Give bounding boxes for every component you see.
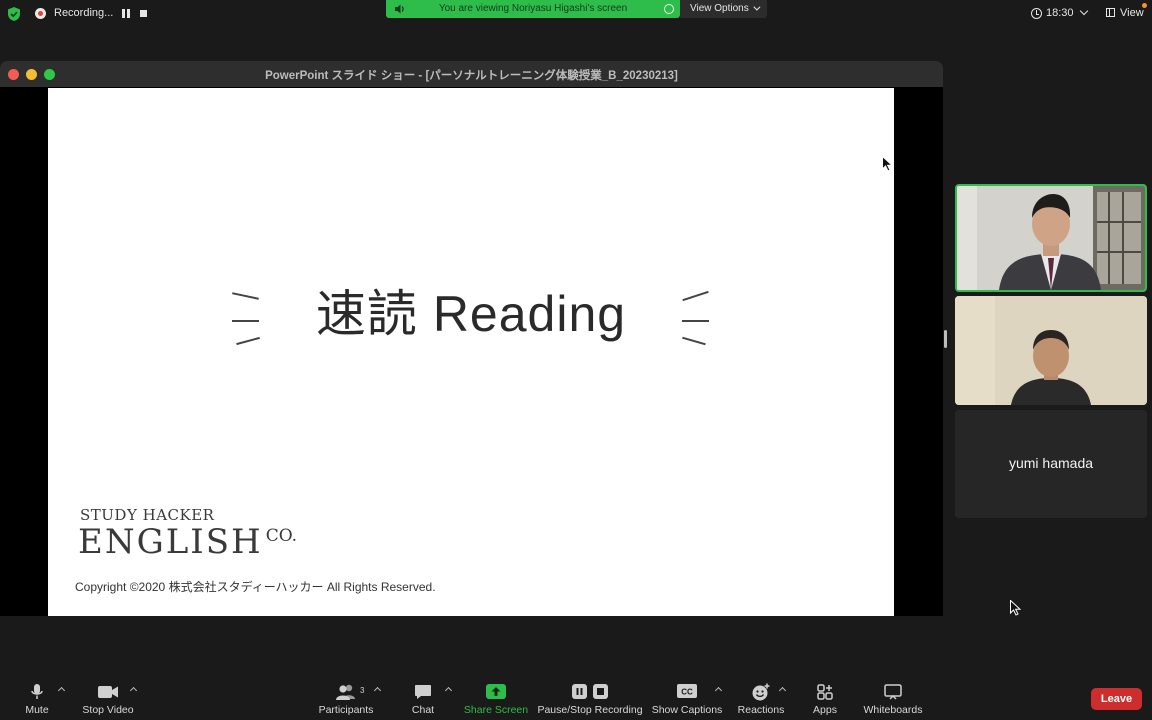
chat-bubble-icon: [415, 685, 431, 699]
audio-options-caret-icon[interactable]: [57, 686, 66, 695]
pause-stop-recording-icon: [572, 684, 608, 699]
apps-icon: [817, 684, 833, 700]
video-camera-icon: [98, 686, 118, 698]
sharing-status-ring-icon: [664, 4, 674, 14]
viewing-screen-banner: You are viewing Noriyasu Higashi's scree…: [386, 0, 680, 18]
participant-video-feed: [955, 296, 1147, 405]
reactions-smiley-icon: [752, 683, 770, 701]
captions-icon-text: CC: [681, 688, 693, 697]
meeting-time-text: 18:30: [1046, 7, 1074, 19]
share-screen-button[interactable]: Share Screen: [463, 676, 529, 720]
participant-name: yumi hamada: [1008, 455, 1094, 471]
share-screen-icon: [486, 684, 506, 699]
chevron-down-icon: [753, 3, 761, 11]
recording-indicator-icon: [35, 8, 46, 19]
view-options-button[interactable]: View Options: [680, 0, 767, 18]
pause-stop-recording-label: Pause/Stop Recording: [537, 704, 643, 716]
pause-stop-recording-button[interactable]: Pause/Stop Recording: [537, 676, 643, 720]
view-layout-button[interactable]: View: [1106, 7, 1144, 19]
microphone-icon: [31, 684, 43, 699]
brand-logo-suffix: CO.: [265, 526, 298, 546]
clock-icon: [1031, 8, 1042, 19]
participants-label: Participants: [318, 704, 374, 716]
participants-icon: [336, 684, 355, 700]
participant-video-tile[interactable]: [955, 296, 1147, 405]
presentation-slide: 速読 Reading STUDY HACKER ENGLISH CO. Copyr…: [48, 88, 894, 616]
leave-meeting-button[interactable]: Leave: [1091, 688, 1142, 710]
show-captions-label: Show Captions: [651, 704, 723, 716]
view-options-label: View Options: [690, 3, 749, 14]
shared-screen-window: PowerPoint スライド ショー - [パーソナルトレーニング体験授業_B…: [0, 61, 943, 616]
viewing-screen-text: You are viewing Noriyasu Higashi's scree…: [438, 3, 628, 14]
stop-recording-icon[interactable]: [140, 10, 147, 17]
whiteboards-button[interactable]: Whiteboards: [862, 676, 924, 720]
participants-button[interactable]: Participants: [316, 676, 376, 720]
apps-button[interactable]: Apps: [808, 676, 842, 720]
closed-captions-icon: CC: [677, 684, 697, 698]
meeting-toolbar: Mute Stop Video Participants 3 Chat Shar…: [0, 676, 1152, 720]
participant-video-feed: [957, 186, 1145, 290]
show-captions-button[interactable]: CC Show Captions: [652, 676, 722, 720]
slide-heading: 速読 Reading: [315, 286, 627, 342]
top-bar: Recording... You are viewing Noriyasu Hi…: [0, 0, 1152, 28]
participant-video-tile[interactable]: [955, 184, 1147, 292]
chat-options-caret-icon[interactable]: [444, 686, 453, 695]
view-label: View: [1120, 7, 1144, 19]
security-shield-icon[interactable]: [6, 6, 22, 22]
chat-button[interactable]: Chat: [405, 676, 441, 720]
recording-status-label: Recording...: [54, 7, 114, 19]
apps-label: Apps: [813, 704, 837, 716]
whiteboard-icon: [884, 684, 902, 700]
panel-resize-handle[interactable]: [944, 330, 947, 348]
participant-name-tile[interactable]: yumi hamada: [955, 410, 1147, 518]
slide-copyright: Copyright ©2020 株式会社スタディーハッカー All Rights…: [75, 580, 436, 594]
chat-label: Chat: [411, 704, 435, 716]
chevron-down-icon: [1079, 6, 1089, 16]
brand-logo-main: ENGLISH CO.: [78, 522, 297, 562]
stop-video-button[interactable]: Stop Video: [78, 676, 138, 720]
reactions-label: Reactions: [737, 704, 785, 716]
layout-grid-icon: [1106, 8, 1115, 17]
window-title-bar[interactable]: PowerPoint スライド ショー - [パーソナルトレーニング体験授業_B…: [0, 61, 943, 87]
stop-video-label: Stop Video: [82, 704, 134, 716]
reactions-button[interactable]: Reactions: [736, 676, 786, 720]
window-title: PowerPoint スライド ショー - [パーソナルトレーニング体験授業_B…: [265, 70, 678, 82]
pause-recording-icon[interactable]: [122, 9, 130, 18]
participants-count: 3: [360, 686, 365, 695]
mute-label: Mute: [25, 704, 49, 716]
notification-dot: [1142, 3, 1147, 8]
mute-button[interactable]: Mute: [16, 676, 58, 720]
share-screen-label: Share Screen: [463, 704, 529, 716]
whiteboards-label: Whiteboards: [863, 704, 923, 716]
brand-logo-word: ENGLISH: [78, 522, 263, 562]
